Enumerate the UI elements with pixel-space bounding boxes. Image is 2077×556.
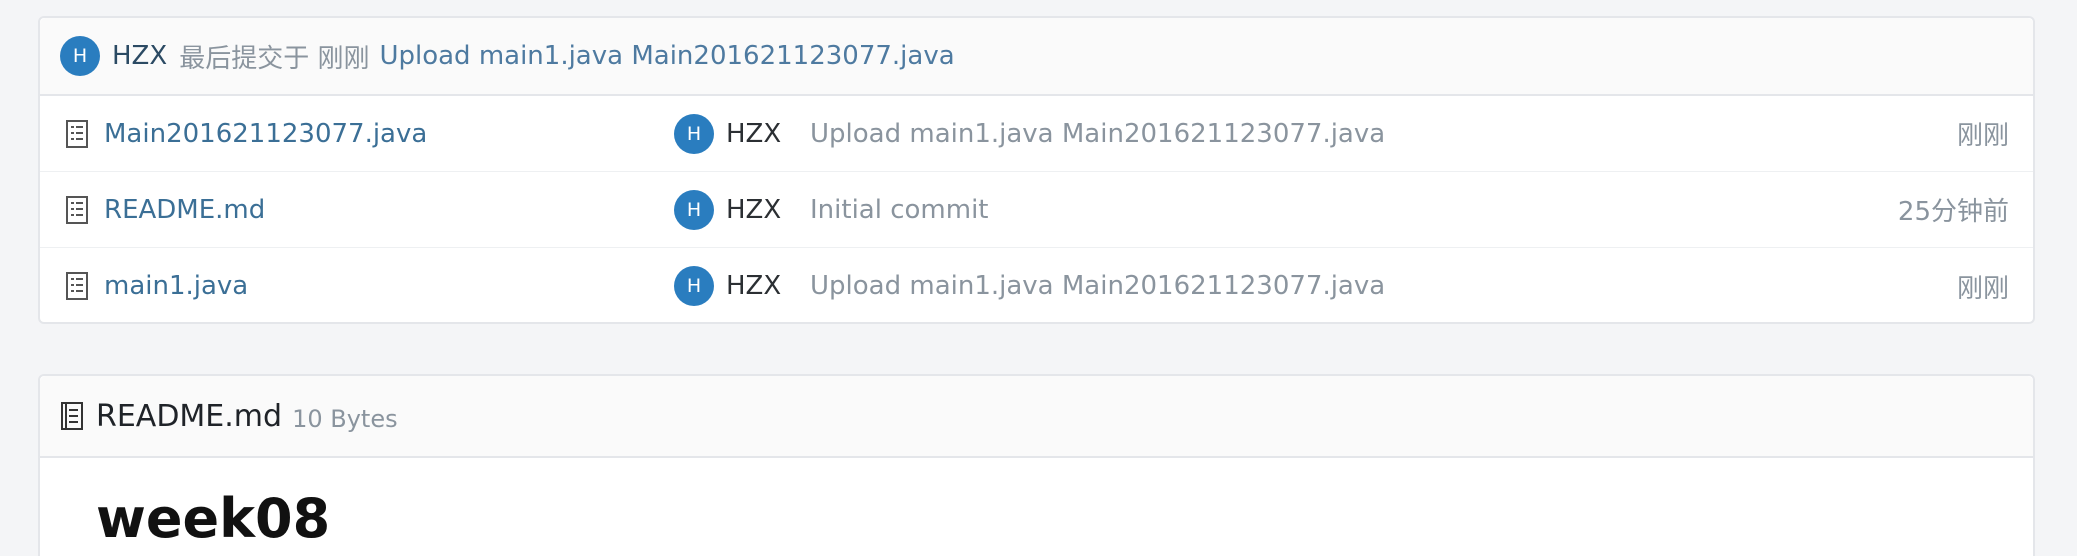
readme-header: README.md 10 Bytes [40, 376, 2033, 458]
table-row[interactable]: README.md H HZX Initial commit 25分钟前 [40, 172, 2033, 248]
row-author-link[interactable]: HZX [726, 195, 781, 225]
commit-author-link[interactable]: HZX [112, 41, 167, 71]
file-list-panel: H HZX 最后提交于 刚刚 Upload main1.java Main201… [38, 16, 2035, 324]
row-author-link[interactable]: HZX [726, 119, 781, 149]
commit-time-label: 最后提交于 刚刚 [179, 43, 370, 74]
file-name-link[interactable]: main1.java [104, 271, 248, 301]
table-row[interactable]: Main201621123077.java H HZX Upload main1… [40, 96, 2033, 172]
readme-body: week08 [40, 458, 2033, 546]
table-row[interactable]: main1.java H HZX Upload main1.java Main2… [40, 248, 2033, 324]
last-commit-header: H HZX 最后提交于 刚刚 Upload main1.java Main201… [40, 18, 2033, 96]
avatar[interactable]: H [674, 114, 714, 154]
file-lines-icon [66, 272, 88, 300]
readme-size: 10 Bytes [292, 405, 398, 433]
row-author-link[interactable]: HZX [726, 271, 781, 301]
readme-heading: week08 [96, 487, 331, 550]
avatar[interactable]: H [674, 266, 714, 306]
file-name-link[interactable]: Main201621123077.java [104, 119, 427, 149]
row-commit-message-link[interactable]: Initial commit [810, 195, 988, 225]
file-lines-icon [66, 196, 88, 224]
file-name-link[interactable]: README.md [104, 195, 265, 225]
row-commit-message-link[interactable]: Upload main1.java Main201621123077.java [810, 119, 1385, 149]
readme-title: README.md [96, 398, 283, 434]
book-icon [61, 402, 83, 430]
page: H HZX 最后提交于 刚刚 Upload main1.java Main201… [0, 0, 2077, 556]
row-time-label: 刚刚 [1956, 273, 2009, 304]
avatar[interactable]: H [60, 36, 100, 76]
row-time-label: 刚刚 [1956, 121, 2009, 151]
commit-message-link[interactable]: Upload main1.java Main201621123077.java [379, 41, 954, 71]
readme-panel: README.md 10 Bytes week08 [38, 374, 2035, 556]
row-commit-message-link[interactable]: Upload main1.java Main201621123077.java [810, 271, 1385, 301]
row-time-label: 25分钟前 [1897, 197, 2009, 227]
file-lines-icon [66, 120, 88, 148]
avatar[interactable]: H [674, 190, 714, 230]
